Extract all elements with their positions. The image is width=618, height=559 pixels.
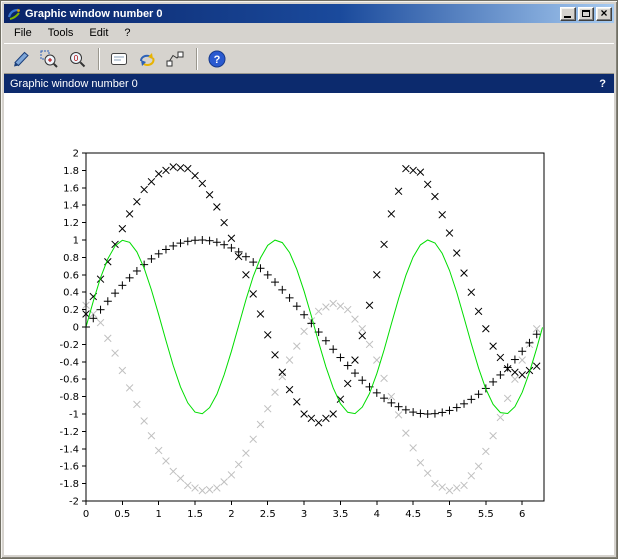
svg-text:-1.2: -1.2 — [59, 427, 79, 438]
svg-text:5.5: 5.5 — [478, 509, 494, 520]
svg-text:1.5: 1.5 — [187, 509, 203, 520]
toolbar: 0 — [4, 43, 614, 74]
export-icon — [11, 49, 31, 69]
window-title: Graphic window number 0 — [25, 8, 558, 20]
zoom-in-icon — [39, 49, 59, 69]
svg-text:0.5: 0.5 — [114, 509, 130, 520]
svg-text:6: 6 — [519, 509, 525, 520]
svg-text:0: 0 — [83, 509, 89, 520]
svg-text:-1: -1 — [69, 410, 79, 421]
svg-text:2: 2 — [73, 149, 79, 160]
datatip-button[interactable] — [162, 46, 188, 72]
svg-text:4.5: 4.5 — [405, 509, 421, 520]
svg-text:-0.2: -0.2 — [59, 340, 79, 351]
unzoom-button[interactable]: 0 — [64, 46, 90, 72]
minimize-button[interactable] — [560, 7, 576, 21]
toolbar-separator — [98, 48, 100, 70]
unzoom-icon: 0 — [67, 49, 87, 69]
svg-text:2: 2 — [228, 509, 234, 520]
svg-text:0.2: 0.2 — [63, 305, 79, 316]
svg-text:3: 3 — [301, 509, 307, 520]
menu-item-file[interactable]: File — [6, 24, 40, 42]
svg-text:1.2: 1.2 — [63, 218, 79, 229]
svg-text:0.8: 0.8 — [63, 253, 79, 264]
toolbar-separator — [196, 48, 198, 70]
help-button[interactable]: ? — [204, 46, 230, 72]
close-icon: × — [600, 8, 607, 18]
maximize-button[interactable] — [578, 7, 594, 21]
svg-text:-2: -2 — [69, 497, 79, 508]
svg-text:1: 1 — [156, 509, 162, 520]
svg-text:-0.8: -0.8 — [59, 392, 79, 403]
help-icon: ? — [207, 49, 227, 69]
svg-text:3.5: 3.5 — [332, 509, 348, 520]
rotate-button[interactable] — [134, 46, 160, 72]
svg-text:0.4: 0.4 — [63, 288, 79, 299]
svg-text:-0.6: -0.6 — [59, 375, 79, 386]
datatip-icon — [165, 49, 185, 69]
menubar: File Tools Edit ? — [4, 23, 614, 43]
export-button[interactable] — [8, 46, 34, 72]
ged-button[interactable] — [106, 46, 132, 72]
zoom-in-button[interactable] — [36, 46, 62, 72]
svg-text:2.5: 2.5 — [260, 509, 276, 520]
svg-text:-1.8: -1.8 — [59, 479, 79, 490]
svg-text:1.4: 1.4 — [63, 201, 79, 212]
svg-text:1.8: 1.8 — [63, 166, 79, 177]
svg-text:0.6: 0.6 — [63, 270, 79, 281]
svg-text:?: ? — [214, 54, 221, 66]
figure-canvas: 0 0.5 1 1.5 2 2.5 3 3.5 4 4.5 5 5.5 6 -2 -1.8 -1.6 -1.4 -… — [4, 93, 614, 555]
dock-title: Graphic window number 0 — [10, 78, 599, 90]
close-button[interactable]: × — [596, 7, 612, 21]
dock-header: Graphic window number 0 ? — [4, 74, 614, 93]
svg-text:4: 4 — [374, 509, 380, 520]
svg-text:-1.6: -1.6 — [59, 462, 79, 473]
svg-text:0: 0 — [74, 54, 79, 63]
menu-item-edit[interactable]: Edit — [81, 24, 116, 42]
svg-text:5: 5 — [446, 509, 452, 520]
menu-item-help[interactable]: ? — [116, 24, 138, 42]
svg-text:1.6: 1.6 — [63, 183, 79, 194]
maximize-icon — [582, 10, 590, 17]
svg-text:-0.4: -0.4 — [59, 357, 79, 368]
dock-help-icon[interactable]: ? — [599, 78, 606, 90]
ged-icon — [109, 49, 129, 69]
app-icon[interactable] — [7, 7, 21, 21]
rotate-icon — [137, 49, 157, 69]
minimize-icon — [564, 16, 571, 18]
svg-text:0: 0 — [73, 323, 79, 334]
menu-item-tools[interactable]: Tools — [40, 24, 82, 42]
graphic-window: Graphic window number 0 × File Tools Edi… — [0, 0, 618, 559]
svg-text:-1.4: -1.4 — [59, 444, 79, 455]
titlebar[interactable]: Graphic window number 0 × — [4, 4, 614, 23]
chart-svg[interactable]: 0 0.5 1 1.5 2 2.5 3 3.5 4 4.5 5 5.5 6 -2 -1.8 -1.6 -1.4 -… — [4, 93, 614, 555]
svg-text:1: 1 — [73, 236, 79, 247]
